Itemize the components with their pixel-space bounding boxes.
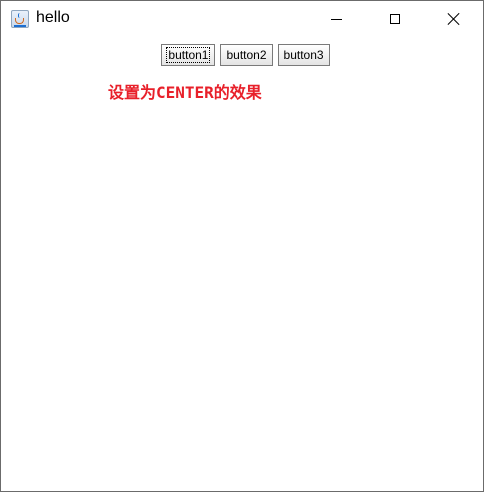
- title-bar[interactable]: hello: [1, 1, 483, 37]
- close-button[interactable]: [431, 1, 477, 37]
- button1-label: button1: [166, 47, 211, 63]
- content-pane: button1 button2 button3 设置为CENTER的效果: [1, 38, 483, 491]
- center-caption: 设置为CENTER的效果: [108, 83, 262, 102]
- button3-label: button3: [283, 48, 324, 62]
- button2-label: button2: [226, 48, 267, 62]
- minimize-icon: [330, 18, 342, 20]
- java-icon[interactable]: [11, 10, 29, 28]
- app-window: hello button1 button2 button3 设置为CENTER的…: [0, 0, 484, 492]
- button-row: button1 button2 button3: [1, 44, 483, 66]
- close-icon: [447, 12, 461, 26]
- button3[interactable]: button3: [277, 44, 330, 66]
- button1[interactable]: button1: [161, 44, 216, 66]
- window-title: hello: [36, 9, 70, 26]
- minimize-button[interactable]: [313, 1, 359, 37]
- button2[interactable]: button2: [220, 44, 273, 66]
- maximize-button[interactable]: [372, 1, 418, 37]
- maximize-icon: [390, 14, 400, 24]
